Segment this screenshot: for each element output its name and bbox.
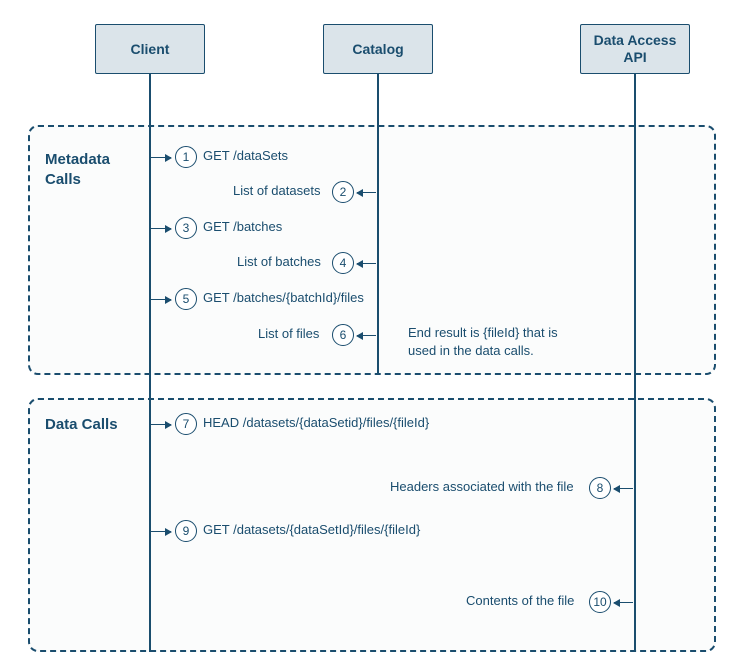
arrow-step8-stub	[614, 488, 633, 489]
actor-data-access: Data Access API	[580, 24, 690, 74]
arrow-step9-stub	[151, 531, 171, 532]
arrow-step3-stub	[151, 228, 171, 229]
step-2-circle: 2	[332, 181, 354, 203]
step-8-label: Headers associated with the file	[390, 479, 574, 494]
arrow-step6-stub	[357, 335, 376, 336]
actor-data-access-label: Data Access API	[587, 32, 683, 66]
step-9-label: GET /datasets/{dataSetId}/files/{fileId}	[203, 522, 420, 537]
step-5-circle: 5	[175, 288, 197, 310]
step-8-circle: 8	[589, 477, 611, 499]
section-data-label: Data Calls	[45, 415, 118, 435]
step-10-circle: 10	[589, 591, 611, 613]
step-7-circle: 7	[175, 413, 197, 435]
step-1-label: GET /dataSets	[203, 148, 288, 163]
actor-client-label: Client	[131, 41, 170, 58]
section-metadata-label: Metadata Calls	[45, 150, 115, 189]
step-2-label: List of datasets	[233, 183, 320, 198]
arrow-step4-stub	[357, 263, 376, 264]
step-4-label: List of batches	[237, 254, 321, 269]
arrow-step1-stub	[151, 157, 171, 158]
step-7-label: HEAD /datasets/{dataSetid}/files/{fileId…	[203, 415, 429, 430]
step-3-label: GET /batches	[203, 219, 282, 234]
actor-catalog-label: Catalog	[352, 41, 403, 58]
actor-client: Client	[95, 24, 205, 74]
note-end-result: End result is {fileId} that is used in t…	[408, 324, 588, 359]
arrow-step2-stub	[357, 192, 376, 193]
section-metadata	[28, 125, 716, 375]
arrow-step7-stub	[151, 424, 171, 425]
arrow-step10-stub	[614, 602, 633, 603]
step-3-circle: 3	[175, 217, 197, 239]
step-9-circle: 9	[175, 520, 197, 542]
step-6-label: List of files	[258, 326, 319, 341]
sequence-diagram: Client Catalog Data Access API Metadata …	[0, 0, 750, 667]
step-1-circle: 1	[175, 146, 197, 168]
arrow-step5-stub	[151, 299, 171, 300]
step-10-label: Contents of the file	[466, 593, 574, 608]
actor-catalog: Catalog	[323, 24, 433, 74]
step-6-circle: 6	[332, 324, 354, 346]
step-4-circle: 4	[332, 252, 354, 274]
step-5-label: GET /batches/{batchId}/files	[203, 290, 364, 305]
